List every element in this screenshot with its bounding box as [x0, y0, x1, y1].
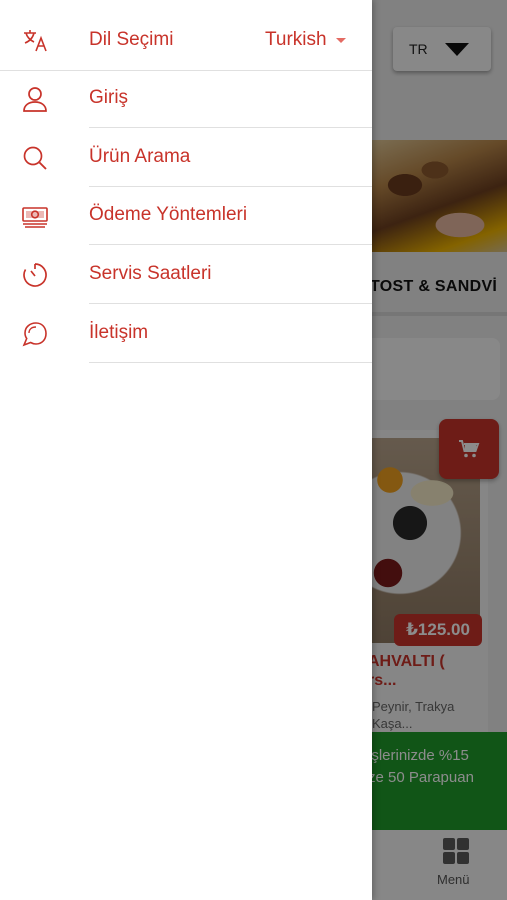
user-icon — [23, 87, 47, 112]
drawer-item-product-search[interactable]: Ürün Arama — [0, 129, 372, 187]
drawer-item-label: Ödeme Yöntemleri — [89, 204, 248, 225]
drawer-item-login[interactable]: Giriş — [0, 70, 372, 128]
caret-down-icon[interactable] — [336, 38, 346, 43]
divider — [89, 127, 372, 128]
language-value[interactable]: Turkish — [265, 29, 327, 51]
translate-icon — [24, 30, 47, 52]
money-icon — [22, 207, 48, 228]
divider — [89, 362, 372, 363]
divider — [89, 244, 372, 245]
drawer-item-payment-methods[interactable]: Ödeme Yöntemleri — [0, 187, 372, 245]
drawer-item-label: İletişim — [89, 322, 149, 343]
drawer-item-label: Giriş — [89, 87, 129, 108]
search-icon — [23, 146, 47, 170]
drawer-item-label: Ürün Arama — [89, 146, 191, 167]
language-label: Dil Seçimi — [89, 29, 174, 50]
drawer-item-contact[interactable]: İletişim — [0, 305, 372, 363]
timer-icon — [23, 263, 47, 287]
language-selector[interactable]: Dil Seçimi Turkish — [0, 0, 372, 71]
drawer-item-service-hours[interactable]: Servis Saatleri — [0, 246, 372, 304]
divider — [89, 303, 372, 304]
drawer-item-label: Servis Saatleri — [89, 263, 212, 284]
navigation-drawer: Dil Seçimi Turkish Giriş Ürün Arama Ödem… — [0, 0, 372, 900]
chat-icon — [22, 322, 47, 347]
